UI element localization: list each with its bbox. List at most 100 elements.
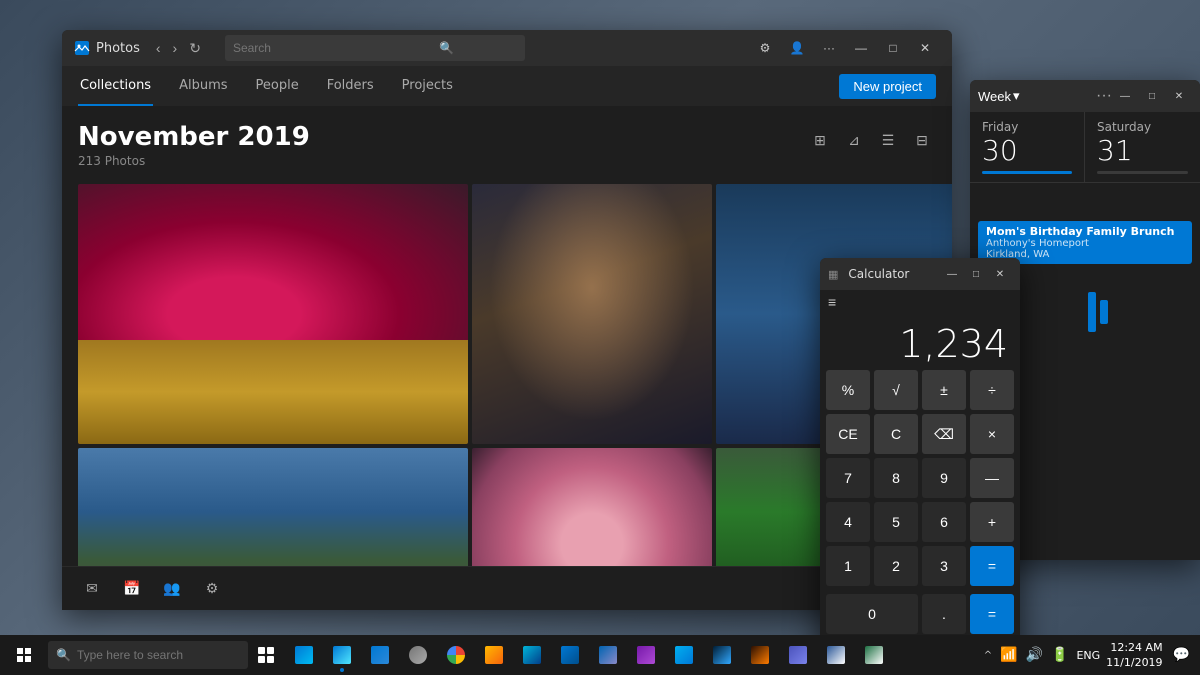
photos-refresh-button[interactable]: ↻: [185, 38, 205, 59]
calculator-minimize-button[interactable]: —: [940, 264, 964, 284]
calc-7-button[interactable]: 7: [826, 458, 870, 498]
skype-icon: [675, 646, 693, 664]
taskbar-clock[interactable]: 12:24 AM 11/1/2019: [1106, 640, 1166, 671]
calculator-close-button[interactable]: ✕: [988, 264, 1012, 284]
taskbar-security-icon[interactable]: [514, 635, 550, 675]
calc-add-button[interactable]: +: [970, 502, 1014, 542]
desktop: Photos ‹ › ↻ 🔍 ⚙ 👤 ··· — □ ✕: [0, 0, 1200, 675]
photo-flowers-bg: [78, 184, 468, 444]
photos-window: Photos ‹ › ↻ 🔍 ⚙ 👤 ··· — □ ✕: [62, 30, 952, 610]
calc-4-button[interactable]: 4: [826, 502, 870, 542]
taskbar-store-icon[interactable]: [590, 635, 626, 675]
calc-divide-button[interactable]: ÷: [970, 370, 1014, 410]
view-filter-button[interactable]: ⊿: [840, 126, 868, 154]
calc-6-button[interactable]: 6: [922, 502, 966, 542]
calc-equals-button-right[interactable]: =: [970, 546, 1014, 586]
calc-1-button[interactable]: 1: [826, 546, 870, 586]
calculator-maximize-button[interactable]: □: [964, 264, 988, 284]
taskbar-skype-icon[interactable]: [666, 635, 702, 675]
photos-settings-icon[interactable]: ⚙: [750, 36, 780, 60]
taskbar-word-icon[interactable]: [818, 635, 854, 675]
view-grid-button[interactable]: ⊞: [806, 126, 834, 154]
photo-flowers2[interactable]: [472, 448, 712, 566]
notification-icon[interactable]: 💬: [1171, 645, 1192, 665]
taskbar-settings-icon[interactable]: [400, 635, 436, 675]
calc-sqrt-button[interactable]: √: [874, 370, 918, 410]
calculator-menu-button[interactable]: ≡: [820, 290, 844, 314]
calc-0-button[interactable]: 0: [826, 594, 918, 634]
photo-flowers[interactable]: [78, 184, 468, 444]
view-map-button[interactable]: ⊟: [908, 126, 936, 154]
tab-albums[interactable]: Albums: [177, 66, 229, 106]
taskbar-excel-icon[interactable]: [856, 635, 892, 675]
calc-2-button[interactable]: 2: [874, 546, 918, 586]
calc-percent-button[interactable]: %: [826, 370, 870, 410]
calculator-row-6: 0 . =: [826, 594, 1014, 634]
photo-coast[interactable]: [78, 448, 468, 566]
taskbar-onenote-icon[interactable]: [628, 635, 664, 675]
taskbar-ai-icon[interactable]: [742, 635, 778, 675]
calendar-maximize-button[interactable]: □: [1139, 86, 1165, 106]
photo-woman[interactable]: [472, 184, 712, 444]
start-button[interactable]: [0, 635, 48, 675]
volume-icon[interactable]: 🔊: [1024, 645, 1045, 665]
photos-mail-icon[interactable]: ✉: [78, 575, 106, 603]
photos-minimize-button[interactable]: —: [846, 36, 876, 60]
taskbar-search-input[interactable]: [77, 648, 227, 662]
excel-icon: [865, 646, 883, 664]
taskbar-mail-icon[interactable]: [286, 635, 322, 675]
photos-search-input[interactable]: [233, 41, 433, 55]
photos-close-button[interactable]: ✕: [910, 36, 940, 60]
language-icon[interactable]: ENG: [1074, 649, 1102, 662]
photos-forward-button[interactable]: ›: [169, 38, 182, 59]
photos-people-icon[interactable]: 👥: [158, 575, 186, 603]
windows-logo: [17, 648, 31, 662]
tab-folders[interactable]: Folders: [325, 66, 376, 106]
calc-equals-bottom[interactable]: =: [970, 594, 1014, 634]
photo-coast-bg: [78, 448, 468, 566]
calc-subtract-button[interactable]: —: [970, 458, 1014, 498]
illustrator-icon: [751, 646, 769, 664]
calendar-view-button[interactable]: Week ▾: [978, 88, 1020, 104]
calc-decimal-button[interactable]: .: [922, 594, 966, 634]
new-project-button[interactable]: New project: [839, 74, 936, 99]
calc-3-button[interactable]: 3: [922, 546, 966, 586]
task-view-button[interactable]: [248, 637, 284, 673]
calc-backspace-button[interactable]: ⌫: [922, 414, 966, 454]
tray-expand-button[interactable]: ^: [982, 650, 994, 661]
photos-cal-icon[interactable]: 📅: [118, 575, 146, 603]
tab-projects[interactable]: Projects: [400, 66, 455, 106]
taskbar-people-icon[interactable]: [362, 635, 398, 675]
battery-icon[interactable]: 🔋: [1049, 645, 1070, 665]
taskbar-calendar-icon[interactable]: [324, 635, 360, 675]
calendar-minimize-button[interactable]: —: [1112, 86, 1138, 106]
taskbar-search-box[interactable]: 🔍: [48, 641, 248, 669]
calendar-saturday-label: Saturday: [1097, 120, 1188, 134]
calendar-close-button[interactable]: ✕: [1166, 86, 1192, 106]
taskbar-ps-icon[interactable]: [704, 635, 740, 675]
taskbar-outlook-icon[interactable]: [552, 635, 588, 675]
calc-multiply-button[interactable]: ×: [970, 414, 1014, 454]
calendar-more-button[interactable]: ···: [1096, 87, 1112, 105]
calc-5-button[interactable]: 5: [874, 502, 918, 542]
view-list-button[interactable]: ☰: [874, 126, 902, 154]
calc-ce-button[interactable]: CE: [826, 414, 870, 454]
calc-9-button[interactable]: 9: [922, 458, 966, 498]
photos-more-button[interactable]: ···: [814, 36, 844, 60]
taskbar-edge-icon[interactable]: [438, 635, 474, 675]
taskbar-teams-icon[interactable]: [780, 635, 816, 675]
photos-maximize-button[interactable]: □: [878, 36, 908, 60]
photos-gear-icon[interactable]: ⚙: [198, 575, 226, 603]
photos-back-button[interactable]: ‹: [152, 38, 165, 59]
security-icon: [523, 646, 541, 664]
wifi-icon[interactable]: 📶: [998, 645, 1019, 665]
taskbar-explorer-icon[interactable]: [476, 635, 512, 675]
tab-collections[interactable]: Collections: [78, 66, 153, 106]
photos-avatar[interactable]: 👤: [782, 36, 812, 60]
calc-8-button[interactable]: 8: [874, 458, 918, 498]
calc-plusminus-button[interactable]: ±: [922, 370, 966, 410]
tab-people[interactable]: People: [254, 66, 301, 106]
calc-c-button[interactable]: C: [874, 414, 918, 454]
calendar-event-location: Anthony's Homeport: [986, 238, 1184, 249]
month-title: November 2019: [78, 122, 310, 152]
